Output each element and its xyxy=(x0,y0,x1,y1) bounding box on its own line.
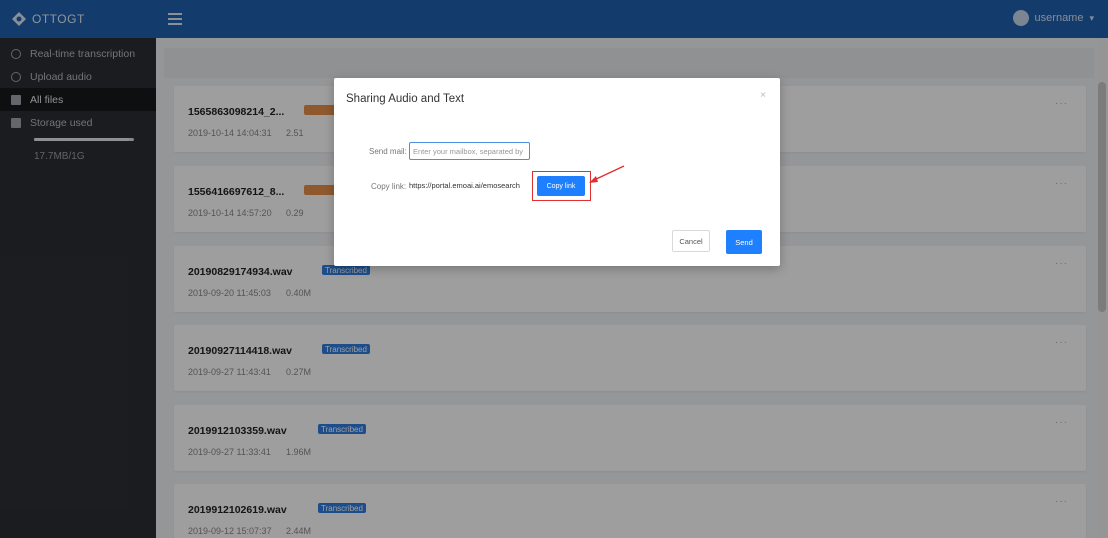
email-field[interactable] xyxy=(409,142,530,160)
cancel-button[interactable]: Cancel xyxy=(672,230,710,252)
close-icon[interactable]: × xyxy=(760,90,766,101)
email-label: Send mail: xyxy=(369,147,407,156)
annotation-arrow-icon xyxy=(589,165,625,183)
send-button[interactable]: Send xyxy=(726,230,762,254)
link-label: Copy link: xyxy=(371,182,407,191)
share-link-text: https://portal.emoai.ai/emosearch xyxy=(409,181,520,190)
share-dialog: Sharing Audio and Text × Send mail: Copy… xyxy=(334,78,780,266)
dialog-title: Sharing Audio and Text xyxy=(346,93,465,105)
annotation-highlight-box xyxy=(532,171,591,201)
